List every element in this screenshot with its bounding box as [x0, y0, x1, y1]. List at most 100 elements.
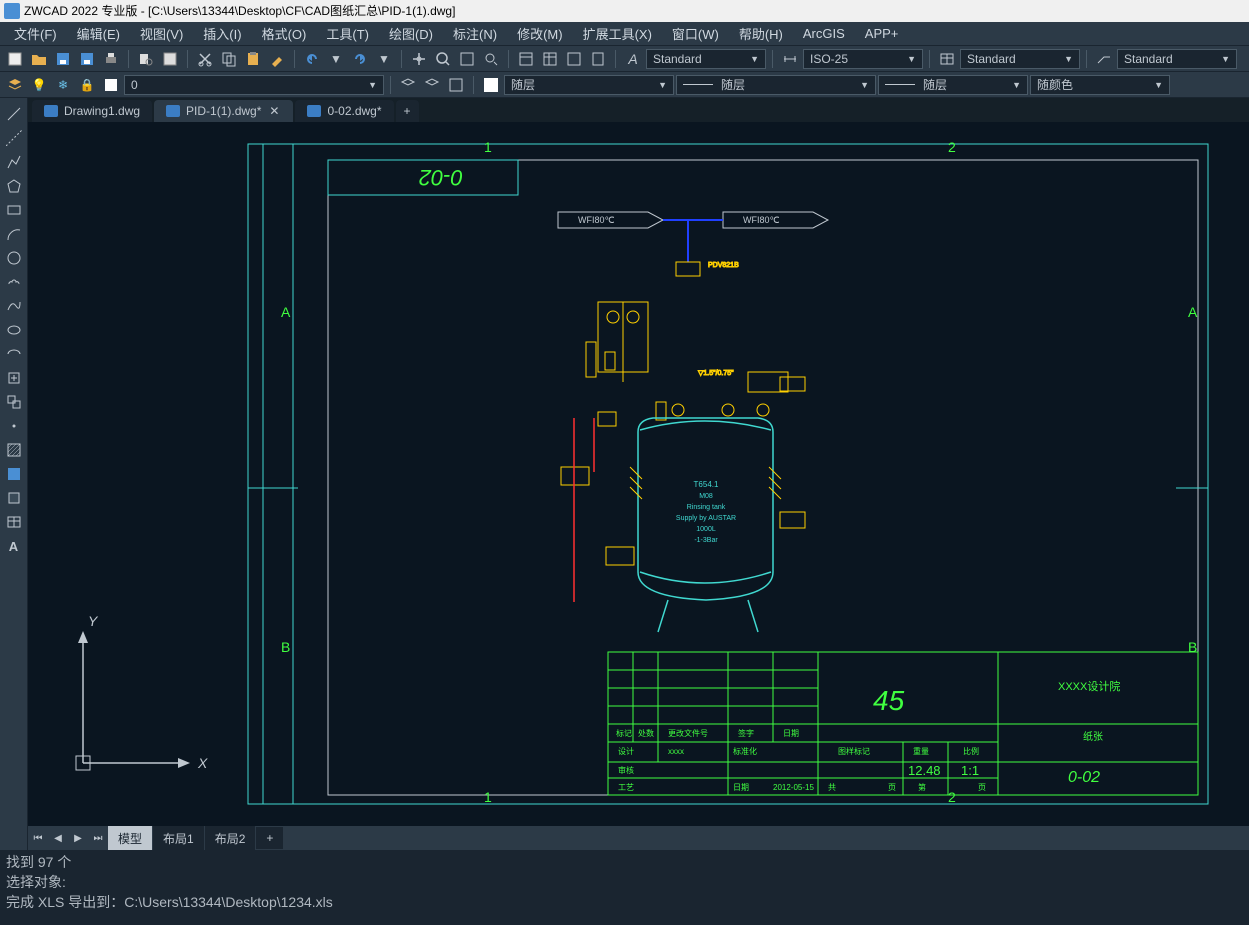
table-icon[interactable] — [2, 511, 26, 533]
layout-tab-add[interactable]: + — [256, 827, 283, 849]
layer-combo[interactable]: 0▼ — [124, 75, 384, 95]
svg-text:日期: 日期 — [733, 783, 749, 792]
layer-match-icon[interactable] — [445, 74, 467, 96]
menu-insert[interactable]: 插入(I) — [193, 24, 251, 43]
zoom-window-icon[interactable] — [456, 48, 478, 70]
make-block-icon[interactable] — [2, 391, 26, 413]
dim-style-icon[interactable] — [779, 48, 801, 70]
text-style-combo[interactable]: Standard▼ — [646, 49, 766, 69]
drawing-canvas[interactable]: 1 2 1 2 A B A B 0-02 WFI80℃ WF — [28, 122, 1249, 826]
table-style-icon[interactable] — [936, 48, 958, 70]
layout-tab-1[interactable]: 布局1 — [153, 826, 204, 851]
prop-lineweight-combo[interactable]: 随层▼ — [676, 75, 876, 95]
doc-tab-add[interactable]: + — [396, 100, 419, 122]
menu-arcgis[interactable]: ArcGIS — [793, 26, 855, 41]
cut-icon[interactable] — [194, 48, 216, 70]
tab-nav-next-icon[interactable]: ▶ — [68, 828, 88, 848]
layer-freeze-icon[interactable]: ❄ — [52, 74, 74, 96]
tab-nav-prev-icon[interactable]: ◀ — [48, 828, 68, 848]
layer-bulb-icon[interactable]: 💡 — [28, 74, 50, 96]
saveas-icon[interactable] — [76, 48, 98, 70]
layer-state-icon[interactable] — [421, 74, 443, 96]
rectangle-icon[interactable] — [2, 199, 26, 221]
menu-modify[interactable]: 修改(M) — [507, 24, 573, 43]
text-style-icon[interactable]: A — [622, 48, 644, 70]
ellipse-arc-icon[interactable] — [2, 343, 26, 365]
ellipse-icon[interactable] — [2, 319, 26, 341]
menu-dimension[interactable]: 标注(N) — [443, 24, 507, 43]
line-icon[interactable] — [2, 103, 26, 125]
prop-linetype-combo[interactable]: 随层▼ — [878, 75, 1028, 95]
revcloud-icon[interactable] — [2, 271, 26, 293]
menu-help[interactable]: 帮助(H) — [729, 24, 793, 43]
redo-dropdown-icon[interactable]: ▼ — [373, 48, 395, 70]
menu-view[interactable]: 视图(V) — [130, 24, 193, 43]
svg-text:1: 1 — [484, 789, 492, 805]
doc-tab-drawing1[interactable]: Drawing1.dwg — [32, 100, 152, 122]
zoom-prev-icon[interactable] — [480, 48, 502, 70]
redo-icon[interactable] — [349, 48, 371, 70]
pan-icon[interactable] — [408, 48, 430, 70]
copy-icon[interactable] — [218, 48, 240, 70]
pline-icon[interactable] — [2, 151, 26, 173]
hatch-icon[interactable] — [2, 439, 26, 461]
open-icon[interactable] — [28, 48, 50, 70]
xline-icon[interactable] — [2, 127, 26, 149]
mleader-style-combo[interactable]: Standard▼ — [1117, 49, 1237, 69]
layer-lock-icon[interactable]: 🔒 — [76, 74, 98, 96]
menu-file[interactable]: 文件(F) — [4, 24, 67, 43]
spline-icon[interactable] — [2, 295, 26, 317]
layer-previous-icon[interactable] — [397, 74, 419, 96]
match-prop-icon[interactable] — [266, 48, 288, 70]
properties-icon[interactable] — [515, 48, 537, 70]
calc-icon[interactable] — [587, 48, 609, 70]
point-icon[interactable] — [2, 415, 26, 437]
insert-block-icon[interactable] — [2, 367, 26, 389]
save-icon[interactable] — [52, 48, 74, 70]
mtext-icon[interactable]: A — [2, 535, 26, 557]
layer-manager-icon[interactable] — [4, 74, 26, 96]
menu-tools[interactable]: 工具(T) — [316, 24, 379, 43]
dim-style-combo[interactable]: ISO-25▼ — [803, 49, 923, 69]
menu-app[interactable]: APP+ — [855, 26, 909, 41]
ucs-icon: Y X — [58, 613, 208, 786]
menu-format[interactable]: 格式(O) — [252, 24, 317, 43]
tab-nav-first-icon[interactable]: ⏮ — [28, 828, 48, 848]
mleader-style-icon[interactable] — [1093, 48, 1115, 70]
paste-icon[interactable] — [242, 48, 264, 70]
table-style-combo[interactable]: Standard▼ — [960, 49, 1080, 69]
toolbar-main: ▼ ▼ A Standard▼ ISO-25▼ Standard▼ Standa… — [0, 46, 1249, 72]
print-preview-icon[interactable] — [135, 48, 157, 70]
close-icon[interactable]: ✕ — [267, 104, 281, 118]
layer-color-icon[interactable] — [100, 74, 122, 96]
doc-tab-002[interactable]: 0-02.dwg* — [295, 100, 393, 122]
polygon-icon[interactable] — [2, 175, 26, 197]
color-swatch-icon[interactable] — [480, 74, 502, 96]
layout-tab-2[interactable]: 布局2 — [205, 826, 256, 851]
arc-icon[interactable] — [2, 223, 26, 245]
publish-icon[interactable] — [159, 48, 181, 70]
doc-tab-pid1[interactable]: PID-1(1).dwg* ✕ — [154, 100, 293, 122]
new-icon[interactable] — [4, 48, 26, 70]
separator — [390, 76, 391, 94]
print-icon[interactable] — [100, 48, 122, 70]
prop-plotstyle-combo[interactable]: 随颜色▼ — [1030, 75, 1170, 95]
tool-palette-icon[interactable] — [563, 48, 585, 70]
prop-color-combo[interactable]: 随层▼ — [504, 75, 674, 95]
menu-extension[interactable]: 扩展工具(X) — [573, 24, 662, 43]
svg-text:M08: M08 — [699, 493, 713, 500]
tab-nav-last-icon[interactable]: ⏭ — [88, 828, 108, 848]
layout-tab-model[interactable]: 模型 — [108, 826, 152, 851]
undo-icon[interactable] — [301, 48, 323, 70]
menu-draw[interactable]: 绘图(D) — [379, 24, 443, 43]
separator — [508, 50, 509, 68]
gradient-icon[interactable] — [2, 463, 26, 485]
zoom-realtime-icon[interactable] — [432, 48, 454, 70]
command-area[interactable]: 找到 97 个 选择对象: 完成 XLS 导出到：C:\Users\13344\… — [0, 850, 1249, 925]
design-center-icon[interactable] — [539, 48, 561, 70]
circle-icon[interactable] — [2, 247, 26, 269]
undo-dropdown-icon[interactable]: ▼ — [325, 48, 347, 70]
menu-window[interactable]: 窗口(W) — [662, 24, 729, 43]
region-icon[interactable] — [2, 487, 26, 509]
menu-edit[interactable]: 编辑(E) — [67, 24, 130, 43]
